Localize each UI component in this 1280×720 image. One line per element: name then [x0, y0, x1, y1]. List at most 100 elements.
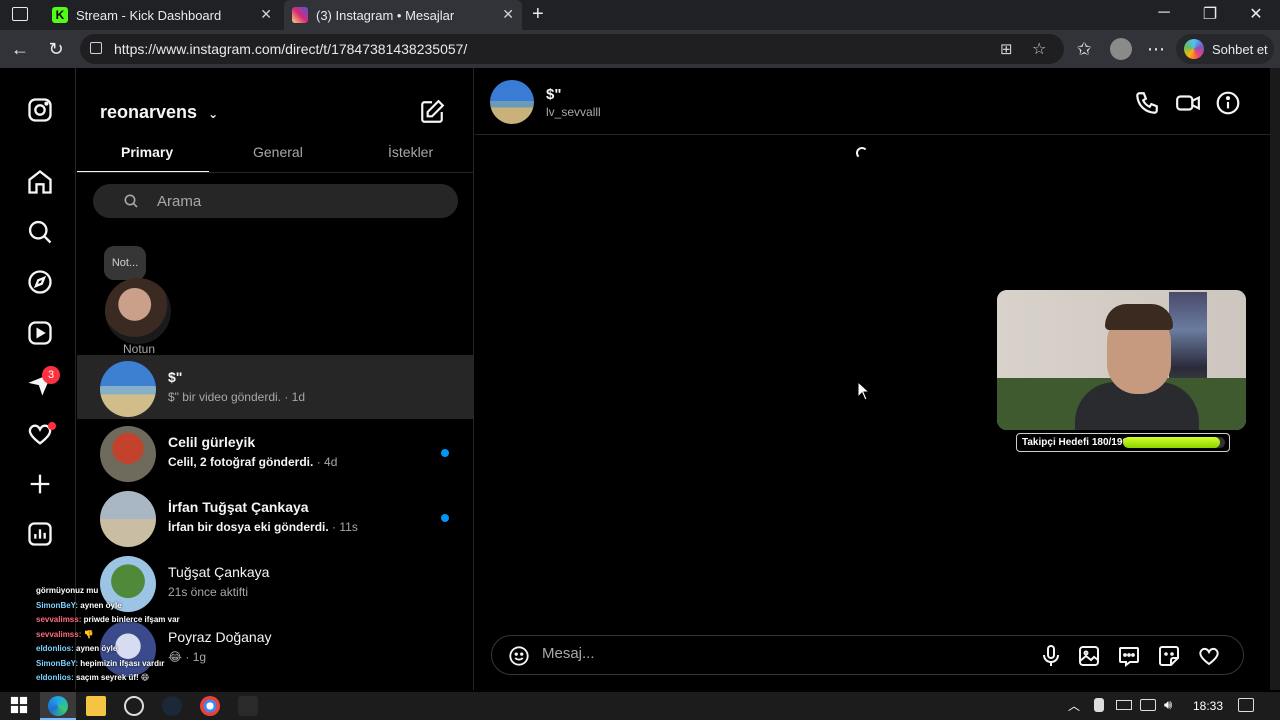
- lock-icon[interactable]: [90, 42, 102, 54]
- reels-icon[interactable]: [26, 319, 54, 347]
- minimize-button[interactable]: ─: [1141, 4, 1187, 22]
- message-input[interactable]: [542, 645, 982, 662]
- info-icon[interactable]: [1215, 90, 1241, 116]
- tab-actions-icon[interactable]: [12, 7, 28, 21]
- search-icon[interactable]: [26, 218, 54, 246]
- address-bar: ← ↻ https://www.instagram.com/direct/t/1…: [0, 30, 1280, 68]
- tab-requests[interactable]: İstekler: [388, 144, 433, 160]
- tab-primary[interactable]: Primary: [121, 144, 173, 160]
- chat-text: aynen öyle: [73, 644, 118, 653]
- unread-indicator: [441, 449, 449, 457]
- avatar[interactable]: [105, 278, 171, 344]
- phone-icon[interactable]: [1134, 90, 1160, 116]
- conversation-row[interactable]: İrfan Tuğşat Çankaya İrfan bir dosya eki…: [77, 485, 474, 549]
- chevron-down-icon: ⌄: [208, 107, 219, 121]
- conversation-name: Celil gürleyik: [168, 434, 256, 450]
- like-heart-icon[interactable]: [1197, 644, 1221, 668]
- search-box[interactable]: Arama: [93, 184, 458, 218]
- browser-tab-bar: K Stream - Kick Dashboard ✕ (3) Instagra…: [0, 0, 1280, 30]
- tab-instagram[interactable]: (3) Instagram • Mesajlar ✕: [284, 0, 522, 30]
- window-close-button[interactable]: ✕: [1233, 4, 1279, 24]
- dashboard-icon[interactable]: [26, 520, 54, 548]
- conversation-row[interactable]: $" $" bir video gönderdi. · 1d: [77, 355, 474, 419]
- chat-text: görmüyonuz mu: [36, 586, 99, 595]
- url-field[interactable]: https://www.instagram.com/direct/t/17847…: [80, 34, 1064, 64]
- chat-text: saçım seyrek üf! 😄: [73, 673, 150, 682]
- goal-label: Takipçi Hedefi 180/190: [1022, 437, 1128, 448]
- conversation-preview: Celil, 2 fotoğraf gönderdi. · 4d: [168, 455, 338, 469]
- conversation-header: $" lv_sevvalll: [475, 68, 1270, 135]
- note-bubble[interactable]: Not...: [104, 246, 146, 280]
- conversation-name: İrfan Tuğşat Çankaya: [168, 499, 309, 515]
- page-scrollbar[interactable]: [1270, 68, 1280, 690]
- microphone-tray-icon[interactable]: [1094, 698, 1104, 712]
- steam-icon[interactable]: [162, 696, 182, 716]
- close-icon[interactable]: ✕: [502, 6, 514, 23]
- chrome-icon[interactable]: [200, 696, 220, 716]
- app-icon[interactable]: [238, 696, 258, 716]
- battery-icon[interactable]: [1116, 700, 1132, 710]
- home-icon[interactable]: [26, 168, 54, 196]
- chat-message: eldonlios: aynen öyle: [36, 644, 117, 653]
- chat-username: SimonBeY:: [36, 600, 79, 610]
- webcam-overlay: [997, 290, 1246, 430]
- copilot-button[interactable]: Sohbet et: [1176, 34, 1274, 64]
- more-menu-icon[interactable]: ⋯: [1144, 37, 1168, 61]
- explore-icon[interactable]: [26, 268, 54, 296]
- refresh-button[interactable]: ↻: [44, 37, 68, 61]
- image-icon[interactable]: [1077, 644, 1101, 668]
- follower-goal-widget: Takipçi Hedefi 180/190: [1016, 433, 1230, 452]
- chat-text: priwde binlerce ifşam var: [81, 615, 180, 624]
- tab-general[interactable]: General: [253, 144, 303, 160]
- search-placeholder: Arama: [157, 192, 202, 210]
- restore-button[interactable]: ❐: [1187, 4, 1233, 24]
- favorite-star-icon[interactable]: ☆: [1032, 39, 1046, 59]
- app-available-icon[interactable]: ⊞: [1000, 40, 1013, 58]
- avatar[interactable]: [490, 80, 534, 124]
- microphone-icon[interactable]: [1039, 644, 1063, 668]
- tab-kick-dashboard[interactable]: K Stream - Kick Dashboard ✕: [44, 0, 280, 30]
- conversation-title[interactable]: $": [546, 86, 561, 103]
- network-icon[interactable]: [1140, 699, 1156, 711]
- conversation-handle: lv_sevvalll: [546, 105, 601, 119]
- create-icon[interactable]: [26, 470, 54, 498]
- new-tab-button[interactable]: +: [532, 3, 544, 26]
- favorites-icon[interactable]: ✩: [1072, 37, 1096, 61]
- windows-start-icon[interactable]: [10, 696, 30, 716]
- volume-icon[interactable]: 🔊︎: [1164, 697, 1172, 713]
- goal-progress-bar: [1123, 437, 1225, 448]
- divider: [77, 172, 474, 173]
- kick-icon: K: [52, 7, 68, 23]
- emoji-icon[interactable]: [508, 645, 530, 667]
- inbox-tabs: Primary General İstekler: [77, 144, 474, 172]
- gif-icon[interactable]: [1117, 644, 1141, 668]
- avatar: [100, 361, 156, 417]
- back-button[interactable]: ←: [8, 37, 32, 61]
- avatar: [100, 426, 156, 482]
- edge-icon[interactable]: [48, 696, 68, 716]
- close-icon[interactable]: ✕: [260, 6, 272, 23]
- new-message-icon[interactable]: [419, 99, 445, 125]
- loading-spinner: [856, 147, 868, 159]
- chat-message: görmüyonuz mu: [36, 586, 98, 595]
- tray-chevron-icon[interactable]: ︿: [1068, 697, 1080, 714]
- chat-message: eldonlios: saçım seyrek üf! 😄: [36, 673, 149, 682]
- conversation-name: $": [168, 369, 183, 385]
- obs-icon[interactable]: [124, 696, 144, 716]
- search-icon: [123, 193, 139, 209]
- profile-avatar[interactable]: [1110, 38, 1132, 60]
- notification-center-icon[interactable]: [1238, 698, 1254, 712]
- chat-username: SimonBeY:: [36, 658, 79, 668]
- sticker-icon[interactable]: [1157, 644, 1181, 668]
- video-call-icon[interactable]: [1175, 90, 1201, 116]
- conversation-row[interactable]: Celil gürleyik Celil, 2 fotoğraf gönderd…: [77, 420, 474, 484]
- taskbar-clock[interactable]: 18:33: [1193, 699, 1223, 713]
- chat-text: aynen öyle: [78, 600, 122, 610]
- conversation-preview: İrfan bir dosya eki gönderdi. · 11s: [168, 520, 358, 534]
- chat-message: SimonBeY: aynen öyle: [36, 601, 122, 610]
- file-explorer-icon[interactable]: [86, 696, 106, 716]
- instagram-logo-icon[interactable]: [26, 96, 54, 124]
- username: reonarvens: [100, 102, 198, 122]
- account-switcher[interactable]: reonarvens ⌄: [100, 102, 218, 123]
- chat-text: 👎: [81, 629, 94, 639]
